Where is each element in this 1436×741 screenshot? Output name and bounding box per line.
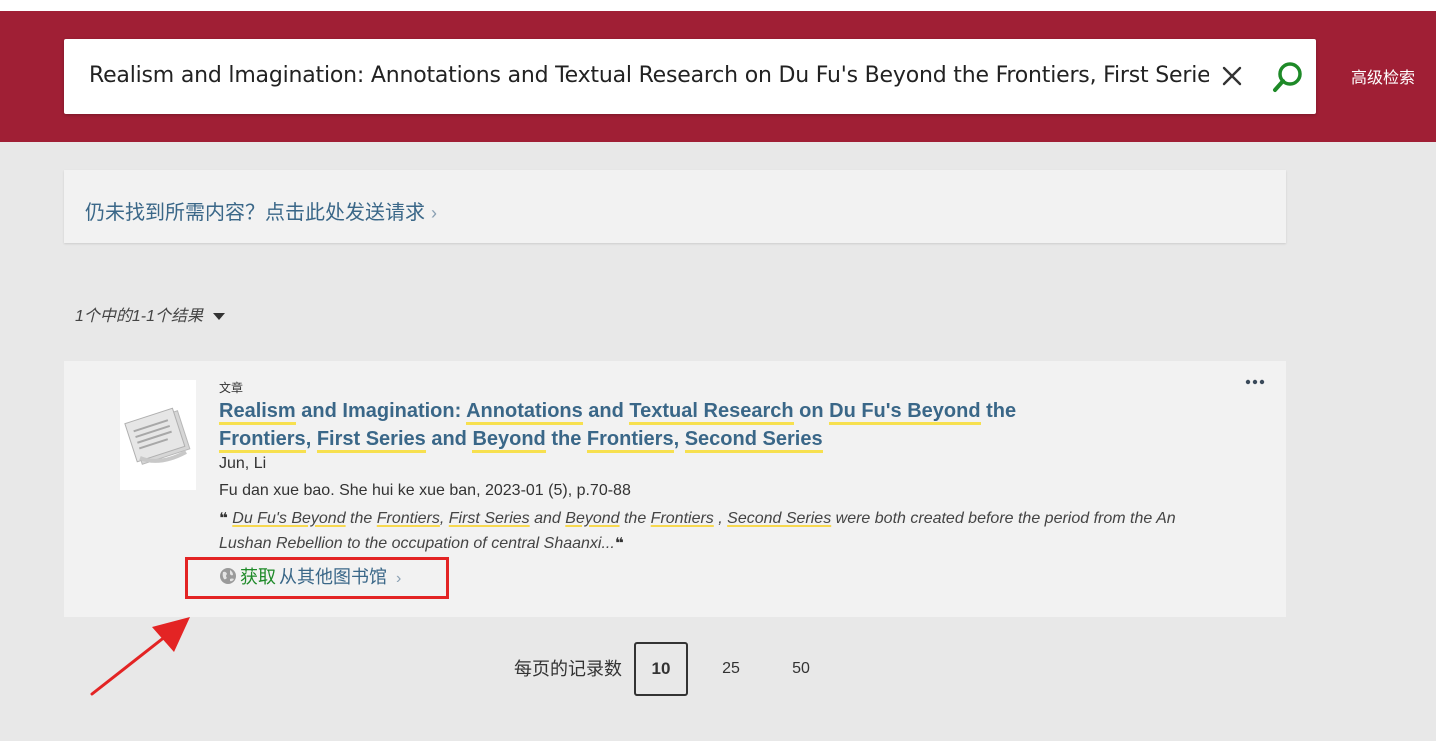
document-thumbnail[interactable] (120, 380, 196, 490)
title-text: , (305, 428, 317, 450)
record-snippet: ❝ Du Fu's Beyond the Frontiers, First Se… (219, 506, 1199, 556)
per-page-option-10[interactable]: 10 (634, 642, 688, 696)
search-input[interactable]: Realism and lmagination: Annotations and… (89, 63, 1209, 88)
caret-down-icon (213, 313, 226, 321)
title-text: , (673, 428, 685, 450)
quote-close-icon: ❝ (614, 535, 624, 552)
chevron-right-icon: › (431, 203, 437, 223)
title-text: and (425, 428, 473, 450)
close-icon (1222, 66, 1242, 86)
per-page-option-50[interactable]: 50 (774, 642, 828, 696)
record-source: Fu dan xue bao. She hui ke xue ban, 2023… (219, 482, 631, 499)
title-highlighted-term: Frontiers (586, 428, 674, 453)
snippet-highlighted-term: First Series (448, 510, 530, 527)
snippet-text-part: , (439, 510, 449, 527)
search-button[interactable] (1270, 59, 1306, 95)
title-highlighted-term: Du Fu's Beyond (829, 400, 981, 425)
availability-get-label: 获取 (240, 567, 276, 587)
search-bar[interactable]: Realism and lmagination: Annotations and… (64, 39, 1316, 114)
snippet-highlighted-term: Du Fu's Beyond (232, 510, 346, 527)
search-icon (1273, 62, 1302, 92)
availability-link[interactable]: 获取 从其他图书馆 › (219, 563, 401, 589)
document-icon (120, 380, 196, 490)
send-request-label: 仍未找到所需内容？点击此处发送请求 (85, 202, 425, 224)
clear-search-button[interactable] (1219, 63, 1245, 89)
title-text: and (582, 400, 630, 422)
title-text: the (980, 400, 1017, 422)
title-text: the (545, 428, 587, 450)
title-highlighted-term: Second Series (684, 428, 823, 453)
per-page-option-25[interactable]: 25 (704, 642, 758, 696)
results-count-label: 1个中的1-1个结果 (75, 308, 204, 325)
snippet-highlighted-term: Frontiers (376, 510, 440, 527)
title-text: on (793, 400, 830, 422)
result-item: 文章 Realism and Imagination: Annotations … (64, 361, 1286, 617)
title-highlighted-term: Annotations (466, 400, 583, 425)
record-title-link[interactable]: Realism and Imagination: Annotations and… (219, 397, 1019, 453)
advanced-search-link[interactable]: 高级检索 (1351, 64, 1415, 88)
request-card: 仍未找到所需内容？点击此处发送请求 › (64, 170, 1286, 243)
snippet-text-part: , (713, 510, 728, 527)
title-highlighted-term: Frontiers (219, 428, 306, 453)
snippet-text: Du Fu's Beyond the Frontiers, First Seri… (219, 510, 1176, 552)
snippet-highlighted-term: Frontiers (650, 510, 714, 527)
quote-open-icon: ❝ (219, 510, 228, 527)
snippet-highlighted-term: Beyond (565, 510, 620, 527)
results-count-dropdown[interactable]: 1个中的1-1个结果 (75, 302, 226, 326)
resource-type-label: 文章 (219, 381, 244, 395)
snippet-highlighted-term: Second Series (727, 510, 832, 527)
globe-icon (220, 568, 236, 584)
per-page-label: 每页的记录数 (514, 659, 622, 679)
send-request-link[interactable]: 仍未找到所需内容？点击此处发送请求 › (85, 196, 437, 225)
more-horizontal-icon (1245, 379, 1265, 385)
title-highlighted-term: First Series (316, 428, 426, 453)
title-highlighted-term: Realism (219, 400, 296, 425)
top-strip (0, 0, 1436, 11)
title-highlighted-term: Textual Research (629, 400, 794, 425)
annotation-arrow-icon (90, 617, 190, 696)
snippet-text-part: and (529, 510, 566, 527)
more-actions-button[interactable] (1244, 375, 1266, 387)
snippet-text-part: the (345, 510, 377, 527)
title-highlighted-term: Beyond (472, 428, 546, 453)
availability-other-libraries-label: 从其他图书馆 (279, 567, 387, 587)
snippet-text-part: the (619, 510, 651, 527)
title-text: and Imagination: (295, 400, 467, 422)
chevron-right-icon: › (396, 570, 402, 587)
record-author: Jun, Li (219, 455, 267, 472)
